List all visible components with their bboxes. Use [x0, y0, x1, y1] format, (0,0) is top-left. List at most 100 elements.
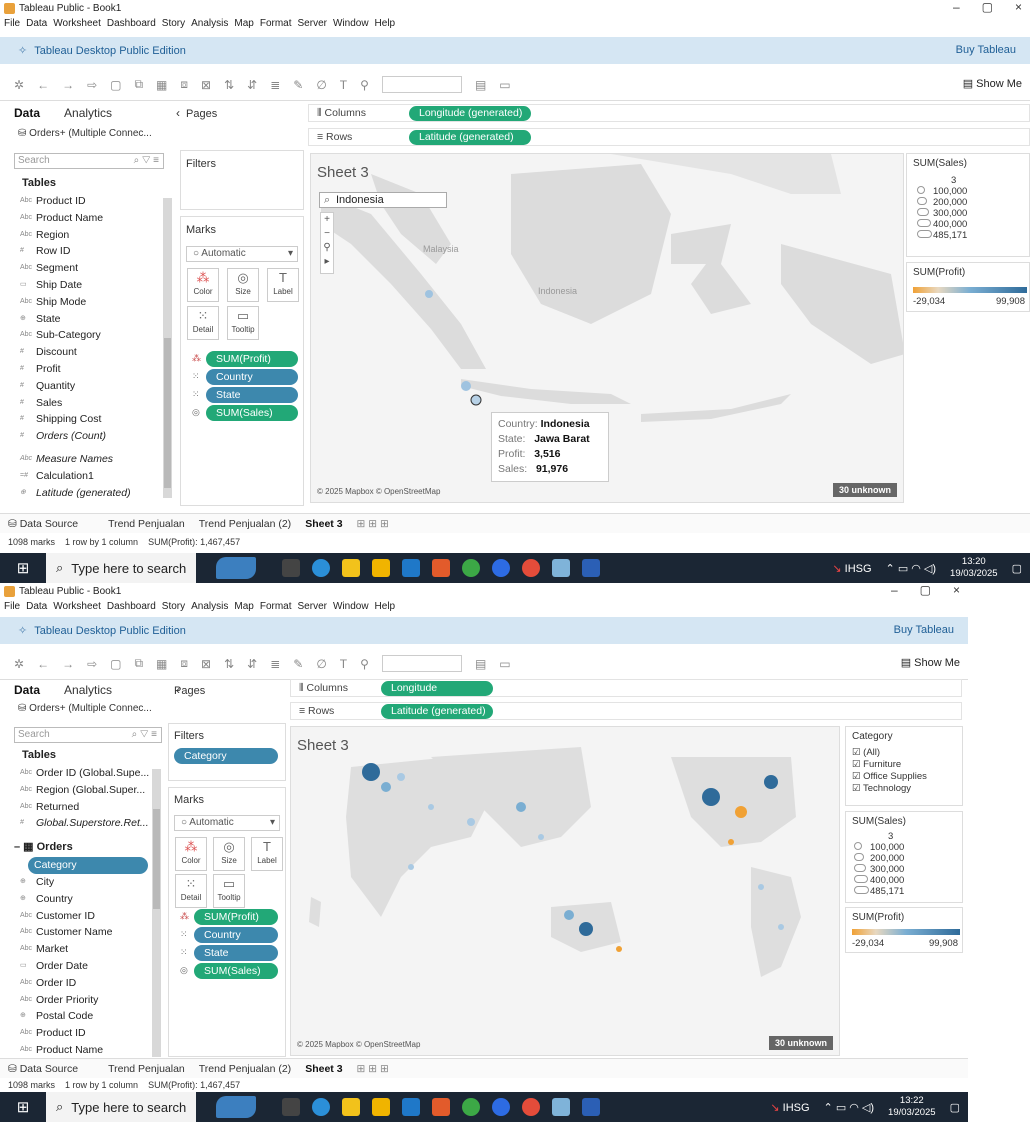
swap-icon[interactable]: ⇅	[224, 657, 234, 671]
menu-format[interactable]: Format	[260, 601, 292, 617]
fit-dropdown[interactable]	[381, 76, 462, 93]
menu-worksheet[interactable]: Worksheet	[53, 18, 101, 34]
fit-dropdown[interactable]	[381, 655, 462, 672]
map-view[interactable]: Sheet 3 © 2025 Mapbox © OpenStreetMap 30…	[290, 726, 840, 1056]
task-view-icon[interactable]	[282, 559, 300, 577]
columns-shelf[interactable]: ⦀ Columns Longitude (generated)	[290, 679, 962, 709]
field-item[interactable]: # Quantity	[14, 378, 164, 395]
sort-desc-icon[interactable]: ≣	[270, 78, 280, 92]
sales-size-legend[interactable]: SUM(Sales) 3 100,000 200,000 300,000 400…	[845, 811, 963, 903]
field-item[interactable]: Abc Market	[14, 941, 164, 958]
label-button[interactable]: T Label	[251, 837, 283, 871]
map-view[interactable]: Malaysia Indonesia Sheet 3 ⌕ Indonesia +…	[310, 153, 904, 503]
field-item[interactable]: # Global.Superstore.Ret...	[14, 815, 164, 832]
field-item[interactable]: ⊕ Latitude (generated)	[14, 485, 164, 502]
field-item[interactable]: # Discount	[14, 344, 164, 361]
menu-dashboard[interactable]: Dashboard	[107, 18, 156, 34]
tooltip-button[interactable]: ▭ Tooltip	[213, 874, 245, 908]
checkbox-technology[interactable]: ☑ Technology	[852, 783, 927, 795]
mail-icon[interactable]	[402, 559, 420, 577]
undo-icon[interactable]: ←	[37, 657, 49, 671]
field-item[interactable]: ▭ Order Date	[14, 958, 164, 975]
field-item[interactable]: Abc Customer ID	[14, 908, 164, 925]
field-item[interactable]: Abc Region (Global.Super...	[14, 782, 164, 799]
pill-sum-sales[interactable]: SUM(Sales)	[206, 405, 298, 421]
tooltip-button[interactable]: ▭ Tooltip	[227, 306, 259, 340]
presentation-icon[interactable]: ▤	[475, 78, 486, 92]
new-sheet-icon[interactable]: ▦	[156, 657, 167, 671]
ihsg-widget[interactable]: ↘ IHSG	[832, 562, 871, 575]
field-list-scrollbar[interactable]	[163, 198, 172, 498]
field-item[interactable]: # Row ID	[14, 243, 164, 260]
field-item[interactable]: AbcRegion	[14, 227, 164, 244]
mark-india[interactable]	[467, 818, 475, 826]
pill-country[interactable]: Country	[194, 927, 278, 943]
columns-shelf[interactable]: ⦀ Columns Longitude (generated)	[308, 104, 1030, 122]
tab-analytics[interactable]: Analytics	[64, 683, 112, 697]
clock[interactable]: 13:22 19/03/2025	[888, 1095, 936, 1119]
tableau-icon[interactable]: ✲	[14, 657, 24, 671]
sales-size-legend[interactable]: SUM(Sales) 3 100,000 200,000 300,000 400…	[906, 153, 1030, 257]
file-explorer-icon[interactable]	[342, 1098, 360, 1116]
windows-start-icon[interactable]: ⊞	[0, 1092, 46, 1122]
world-map[interactable]	[291, 727, 840, 1056]
field-item[interactable]: =# Calculation1	[14, 468, 164, 485]
tooltip-toggle-icon[interactable]: ▭	[499, 657, 510, 671]
detail-button[interactable]: ⁙ Detail	[187, 306, 219, 340]
buy-tableau-link[interactable]: Buy Tableau	[956, 44, 1016, 56]
edge-icon[interactable]	[312, 1098, 330, 1116]
mark-europe-large[interactable]	[362, 763, 380, 781]
menu-window[interactable]: Window	[333, 601, 369, 617]
pill-sum-profit[interactable]: SUM(Profit)	[206, 351, 298, 367]
pill-state[interactable]: State	[206, 387, 298, 403]
detail-button[interactable]: ⁙ Detail	[175, 874, 207, 908]
clock[interactable]: 13:20 19/03/2025	[950, 556, 998, 580]
tooltip-toggle-icon[interactable]: ▭	[499, 78, 510, 92]
chrome-icon[interactable]	[462, 559, 480, 577]
unknown-badge[interactable]: 30 unknown	[832, 483, 897, 497]
menu-analysis[interactable]: Analysis	[191, 18, 228, 34]
group-icon[interactable]: ∅	[316, 78, 326, 92]
store-icon[interactable]	[372, 559, 390, 577]
minimize-button[interactable]: –	[953, 0, 960, 14]
filter-pill-category[interactable]: Category	[174, 748, 278, 764]
pill-longitude[interactable]: Longitude (generated)	[409, 106, 531, 121]
field-item[interactable]: ⊕ State	[14, 311, 164, 328]
menu-help[interactable]: Help	[375, 18, 396, 34]
color-button[interactable]: ⁂ Color	[187, 268, 219, 302]
field-list-scrollbar[interactable]	[152, 769, 161, 1057]
zoom-out-button[interactable]: −	[321, 227, 333, 241]
expand-toolbar-button[interactable]: ▸	[321, 255, 333, 269]
close-button[interactable]: ×	[953, 583, 960, 597]
tab-trend-penjualan-2[interactable]: Trend Penjualan (2)	[199, 518, 291, 530]
windows-start-icon[interactable]: ⊞	[0, 553, 46, 583]
menu-story[interactable]: Story	[162, 601, 185, 617]
new-datasource-icon[interactable]: ⧉	[134, 656, 143, 671]
replay-icon[interactable]: ⇨	[87, 78, 97, 92]
save-icon[interactable]: ▢	[110, 78, 121, 92]
new-sheet-icon[interactable]: ⊞ ⊞ ⊞	[357, 518, 389, 530]
label-icon[interactable]: T	[340, 657, 347, 671]
chrome-icon[interactable]	[462, 1098, 480, 1116]
mark-usa-west[interactable]	[702, 788, 720, 806]
new-datasource-icon[interactable]: ⧉	[134, 77, 143, 92]
word-icon[interactable]	[582, 1098, 600, 1116]
unknown-badge[interactable]: 30 unknown	[768, 1036, 833, 1050]
field-item[interactable]: # Sales	[14, 395, 164, 412]
redo-icon[interactable]: →	[62, 78, 74, 92]
scroll-thumb[interactable]	[153, 809, 160, 909]
menu-data[interactable]: Data	[26, 18, 47, 34]
mark-banten[interactable]	[461, 381, 471, 391]
field-item[interactable]: # Shipping Cost	[14, 411, 164, 428]
label-button[interactable]: T Label	[267, 268, 299, 302]
mark-usa-east[interactable]	[764, 775, 778, 789]
zoom-icon[interactable]	[492, 559, 510, 577]
field-item[interactable]: ⊕ Country	[14, 891, 164, 908]
tableau-task-icon[interactable]	[552, 1098, 570, 1116]
mark-australia[interactable]	[564, 910, 574, 920]
menu-help[interactable]: Help	[375, 601, 396, 617]
zoom-icon[interactable]	[492, 1098, 510, 1116]
mark-africa[interactable]	[408, 864, 414, 870]
format-icon[interactable]: ⚲	[360, 657, 369, 671]
file-explorer-icon[interactable]	[342, 559, 360, 577]
